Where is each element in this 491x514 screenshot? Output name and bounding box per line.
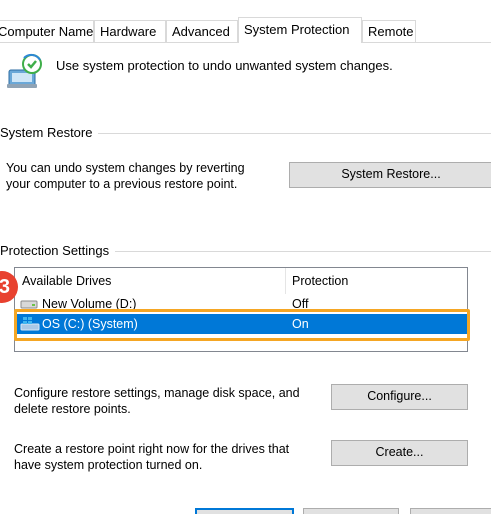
create-desc-line1: Create a restore point right now for the… (14, 442, 290, 456)
system-restore-desc-line2: your computer to a previous restore poin… (6, 177, 238, 191)
tab-system-protection[interactable]: System Protection (238, 17, 362, 43)
drive-name: OS (C:) (System) (42, 317, 138, 331)
column-header-protection[interactable]: Protection (285, 268, 465, 294)
drive-icon (20, 296, 38, 316)
drive-name: New Volume (D:) (42, 297, 137, 311)
system-restore-desc-line1: You can undo system changes by reverting (6, 161, 245, 175)
table-row[interactable]: OS (C:) (System) On (15, 314, 467, 334)
list-header: Available Drives Protection (15, 268, 467, 294)
create-desc-line2: have system protection turned on. (14, 458, 203, 472)
tab-computer-name[interactable]: Computer Name (0, 20, 94, 42)
configure-button[interactable]: Configure... (331, 384, 468, 410)
system-protection-icon (4, 52, 44, 92)
drive-protection-status: Off (292, 297, 309, 311)
header-description: Use system protection to undo unwanted s… (56, 58, 393, 73)
table-row[interactable]: New Volume (D:) Off (15, 294, 467, 314)
drive-protection-status: On (292, 317, 309, 331)
column-header-drives[interactable]: Available Drives (15, 268, 285, 294)
create-button[interactable]: Create... (331, 440, 468, 466)
system-restore-group-label: System Restore (0, 125, 99, 140)
configure-description: Configure restore settings, manage disk … (14, 385, 300, 417)
windows-drive-icon (20, 316, 40, 338)
protection-settings-group-label: Protection Settings (0, 243, 116, 258)
configure-desc-line1: Configure restore settings, manage disk … (14, 386, 300, 400)
tab-remote[interactable]: Remote (362, 20, 416, 42)
configure-desc-line2: delete restore points. (14, 402, 131, 416)
ok-button[interactable] (195, 508, 294, 514)
available-drives-list[interactable]: Available Drives Protection New Volume (… (14, 267, 468, 352)
tab-hardware[interactable]: Hardware (94, 20, 166, 42)
tab-advanced[interactable]: Advanced (166, 20, 238, 42)
system-restore-description: You can undo system changes by reverting… (6, 160, 245, 192)
tab-strip: Computer Name Hardware Advanced System P… (0, 0, 491, 43)
apply-button[interactable] (410, 508, 491, 514)
create-description: Create a restore point right now for the… (14, 441, 289, 473)
cancel-button[interactable] (303, 508, 399, 514)
system-restore-button[interactable]: System Restore... (289, 162, 491, 188)
